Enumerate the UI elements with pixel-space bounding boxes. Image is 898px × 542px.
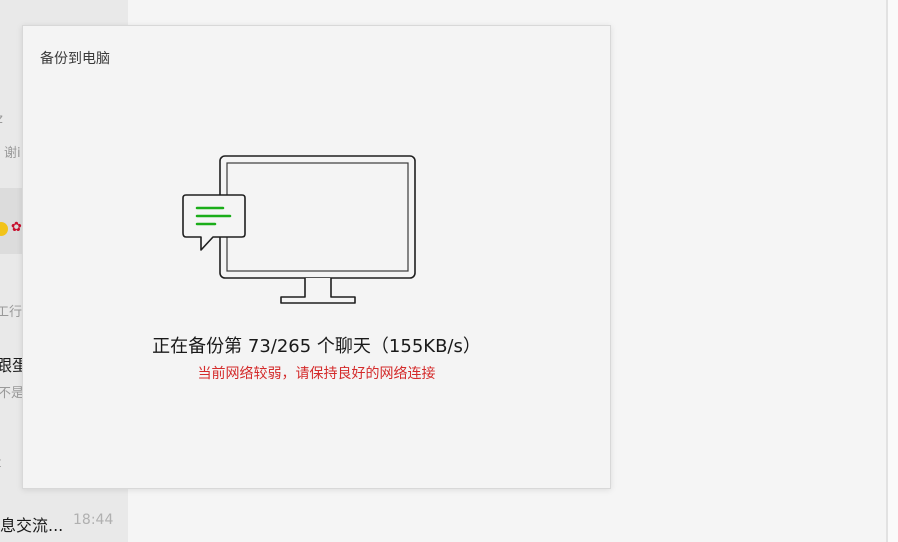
right-edge-strip: [888, 0, 898, 542]
chat-preview-fragment: 工行: [0, 305, 23, 320]
backup-progress-status: 正在备份第 73/265 个聊天（155KB/s）: [152, 336, 481, 357]
dialog-title: 备份到电脑: [40, 51, 110, 67]
chat-timestamp: 18:44: [73, 512, 114, 528]
chat-preview-fragment: z: [0, 112, 3, 127]
chat-title[interactable]: 息交流...: [0, 512, 63, 536]
chat-preview-fragment: 谢i: [4, 146, 21, 161]
chat-preview-fragment: t: [0, 456, 1, 471]
backup-to-pc-dialog: 备份到电脑 正在备份第 73/265 个聊天（155KB/s） 当前网络较弱，请…: [22, 25, 611, 489]
rose-icon: ✿: [11, 220, 22, 235]
computer-backup-illustration: [182, 155, 416, 304]
monitor-icon: [219, 155, 416, 304]
network-warning: 当前网络较弱，请保持良好的网络连接: [197, 366, 436, 382]
chat-preview-fragment: 不是: [0, 386, 25, 401]
